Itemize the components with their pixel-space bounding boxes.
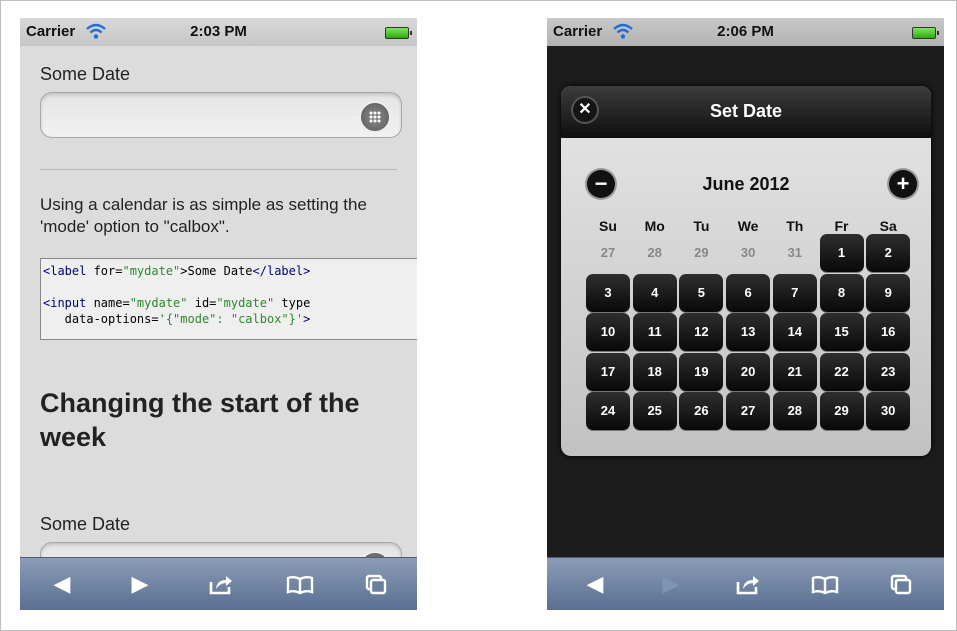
field-label: Some Date — [40, 514, 131, 534]
weekday-label: Th — [786, 218, 804, 234]
weekday-label: Sa — [879, 218, 897, 234]
back-icon[interactable]: ◀ — [575, 570, 615, 598]
weekday-label: Fr — [834, 218, 849, 234]
weekday-label: We — [737, 218, 759, 234]
calendar-day[interactable]: 15 — [819, 313, 864, 351]
weekday-label: Mo — [644, 218, 665, 234]
calendar-day[interactable]: 21 — [772, 352, 817, 391]
calendar-day-other-month: 27 — [600, 245, 616, 260]
status-time: 2:06 PM — [717, 23, 774, 40]
battery-icon — [912, 27, 939, 39]
browser-toolbar: ◀ ▶ — [20, 557, 417, 610]
code-token: <label — [43, 264, 94, 278]
calendar-day[interactable]: 26 — [679, 392, 724, 430]
calendar-day[interactable]: 9 — [866, 273, 911, 312]
calendar-day[interactable]: 30 — [866, 392, 911, 430]
calendar-day[interactable]: 4 — [632, 273, 677, 312]
calendar-day[interactable]: 2 — [866, 234, 911, 272]
code-token: name= — [93, 296, 130, 310]
calendar-day-other-month: 28 — [647, 245, 662, 260]
field-label: Some Date — [40, 64, 131, 84]
bookmarks-icon[interactable] — [280, 574, 320, 596]
calendar-day[interactable]: 18 — [632, 352, 677, 391]
calendar-day[interactable]: 23 — [866, 352, 911, 391]
divider — [40, 169, 397, 170]
phone-screen-left: Carrier 2:03 PM Some Date Using a calend… — [20, 18, 417, 610]
forward-icon[interactable]: ▶ — [120, 570, 160, 598]
status-time: 2:03 PM — [190, 23, 247, 40]
share-icon[interactable] — [200, 572, 240, 596]
code-token: for= — [93, 264, 123, 278]
calendar-day[interactable]: 8 — [819, 273, 864, 312]
code-token: "mydate" — [122, 264, 181, 278]
calendar-day[interactable]: 20 — [726, 352, 771, 391]
calendar-day[interactable]: 6 — [726, 273, 771, 312]
calendar-day-other-month: 29 — [694, 245, 709, 260]
tabs-icon[interactable] — [881, 572, 921, 596]
date-picker-dialog: ✕ Set Date − June 2012 + Su Mo Tu We Th Fr Sa … — [561, 86, 931, 456]
calendar-day[interactable]: 28 — [772, 392, 817, 430]
weekday-label: Su — [599, 218, 617, 234]
code-sample: <label for="mydate">Some Date</label> <i… — [40, 258, 417, 340]
description-text: Using a calendar is as simple as setting… — [40, 195, 367, 236]
calendar-day[interactable]: 19 — [679, 352, 724, 391]
code-token: id= — [187, 296, 217, 310]
code-token: "mydate" — [129, 296, 188, 310]
calendar-day[interactable]: 11 — [632, 313, 677, 351]
dialog-header: ✕ Set Date — [561, 86, 931, 138]
forward-icon: ▶ — [662, 571, 680, 596]
code-token: > — [303, 312, 311, 326]
calendar-day[interactable]: 17 — [586, 352, 630, 391]
next-month-icon[interactable]: + — [889, 170, 917, 198]
code-token: '{"mode": "calbox"}' — [158, 312, 304, 326]
calendar-day[interactable]: 13 — [726, 313, 771, 351]
calendar-day[interactable]: 29 — [819, 392, 864, 430]
calendar-button-icon[interactable] — [361, 103, 389, 131]
month-header: − June 2012 + — [561, 166, 931, 202]
phone-screen-right: Carrier 2:06 PM ✕ Set Date − June 2012 +… — [547, 18, 944, 610]
status-bar: Carrier 2:03 PM — [20, 18, 417, 46]
bookmarks-icon[interactable] — [805, 574, 845, 596]
calendar-day[interactable]: 16 — [866, 313, 911, 351]
calendar-day[interactable]: 14 — [772, 313, 817, 351]
code-token: data-options= — [43, 312, 159, 326]
calendar-day[interactable]: 24 — [586, 392, 630, 430]
back-icon[interactable]: ◀ — [42, 570, 82, 598]
calendar-day[interactable]: 12 — [679, 313, 724, 351]
calendar-day[interactable]: 22 — [819, 352, 864, 391]
weekday-label: Tu — [693, 218, 710, 234]
share-icon[interactable] — [727, 572, 767, 596]
calendar-day[interactable]: 1 — [819, 234, 864, 272]
date-input[interactable] — [40, 92, 402, 138]
calendar-day-other-month: 31 — [787, 245, 803, 260]
calendar-day[interactable]: 3 — [586, 273, 630, 312]
browser-toolbar: ◀ ▶ — [547, 557, 944, 610]
calendar-day[interactable]: 25 — [632, 392, 677, 430]
code-token: >Some Date — [180, 264, 253, 278]
status-bar: Carrier 2:06 PM — [547, 18, 944, 46]
month-label: June 2012 — [702, 174, 790, 194]
calendar-day[interactable]: 7 — [772, 273, 817, 312]
dialog-title: Set Date — [709, 101, 783, 121]
battery-icon — [385, 27, 412, 39]
section-heading: Changing the start of the week — [40, 388, 360, 452]
code-token: type — [274, 296, 311, 310]
tabs-icon[interactable] — [356, 572, 396, 596]
code-token: </label> — [252, 264, 311, 278]
code-token: <input — [43, 296, 94, 310]
code-token: "mydate" — [216, 296, 275, 310]
calendar-day[interactable]: 5 — [679, 273, 724, 312]
calendar-day[interactable]: 10 — [586, 313, 630, 351]
calendar-day-other-month: 30 — [740, 245, 756, 260]
calendar-day[interactable]: 27 — [726, 392, 771, 430]
